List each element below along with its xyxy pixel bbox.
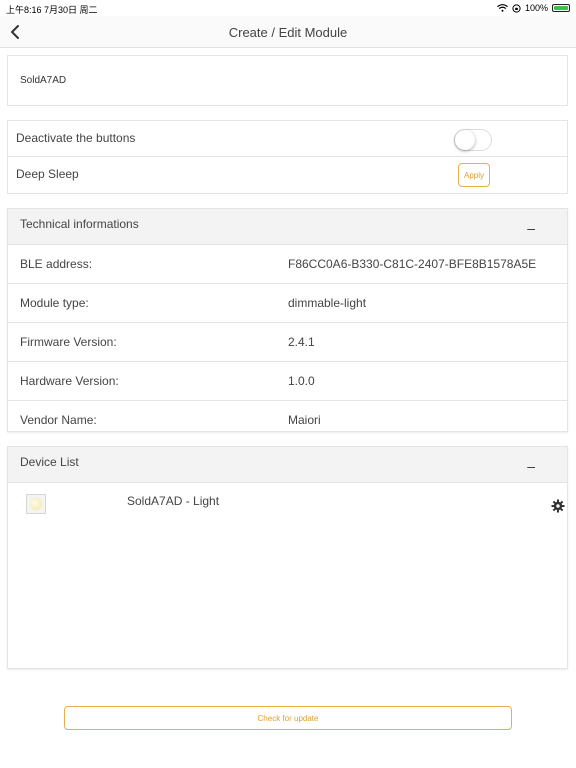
- firmware-version-row: Firmware Version: 2.4.1: [8, 323, 567, 362]
- ble-address-label: BLE address:: [20, 257, 93, 271]
- technical-info-header[interactable]: Technical informations –: [8, 209, 567, 245]
- light-bulb-icon: [26, 494, 46, 514]
- status-right: 100%: [497, 3, 570, 13]
- module-type-label: Module type:: [20, 296, 89, 310]
- toggle-knob: [455, 130, 475, 150]
- vendor-name-value: Maiori: [288, 413, 321, 427]
- module-name-card: SoldA7AD: [7, 55, 568, 106]
- gear-icon[interactable]: [551, 499, 565, 513]
- deactivate-buttons-label: Deactivate the buttons: [16, 131, 136, 145]
- technical-info-section: Technical informations – BLE address: F8…: [7, 208, 568, 432]
- deactivate-buttons-row: Deactivate the buttons: [8, 121, 567, 157]
- collapse-icon[interactable]: –: [527, 220, 535, 236]
- hardware-version-row: Hardware Version: 1.0.0: [8, 362, 567, 401]
- deactivate-buttons-toggle[interactable]: [454, 129, 492, 151]
- collapse-icon[interactable]: –: [527, 458, 535, 474]
- apply-button[interactable]: Apply: [458, 163, 490, 187]
- battery-percent: 100%: [524, 3, 548, 13]
- firmware-version-value: 2.4.1: [288, 335, 315, 349]
- device-list-section: Device List – SoldA7AD - Light: [7, 446, 568, 669]
- wifi-icon: [497, 4, 508, 12]
- module-type-row: Module type: dimmable-light: [8, 284, 567, 323]
- deep-sleep-row: Deep Sleep Apply: [8, 157, 567, 193]
- battery-icon: [552, 4, 570, 12]
- vendor-name-row: Vendor Name: Maiori: [8, 401, 567, 432]
- orientation-lock-icon: [512, 3, 521, 13]
- vendor-name-label: Vendor Name:: [20, 413, 97, 427]
- deep-sleep-label: Deep Sleep: [16, 167, 79, 181]
- module-type-value: dimmable-light: [288, 296, 367, 310]
- technical-info-title: Technical informations: [20, 217, 139, 231]
- hardware-version-label: Hardware Version:: [20, 374, 119, 388]
- ble-address-row: BLE address: F86CC0A6-B330-C81C-2407-BFE…: [8, 245, 567, 284]
- firmware-version-label: Firmware Version:: [20, 335, 117, 349]
- module-settings-card: Deactivate the buttons Deep Sleep Apply: [7, 120, 568, 194]
- ble-address-value: F86CC0A6-B330-C81C-2407-BFE8B1578A5E: [288, 257, 537, 271]
- check-for-update-button[interactable]: Check for update: [64, 706, 512, 730]
- device-name: SoldA7AD - Light: [127, 494, 220, 508]
- device-list-item[interactable]: SoldA7AD - Light: [8, 483, 567, 523]
- module-name-field[interactable]: SoldA7AD: [20, 75, 66, 86]
- status-bar: 上午8:16 7月30日 周二 100%: [0, 0, 576, 16]
- device-list-header[interactable]: Device List –: [8, 447, 567, 483]
- device-list-title: Device List: [20, 455, 79, 469]
- page-title: Create / Edit Module: [228, 25, 348, 40]
- hardware-version-value: 1.0.0: [288, 374, 315, 388]
- navigation-bar: Create / Edit Module: [0, 16, 576, 48]
- status-time: 上午8:16 7月30日 周二: [6, 5, 98, 15]
